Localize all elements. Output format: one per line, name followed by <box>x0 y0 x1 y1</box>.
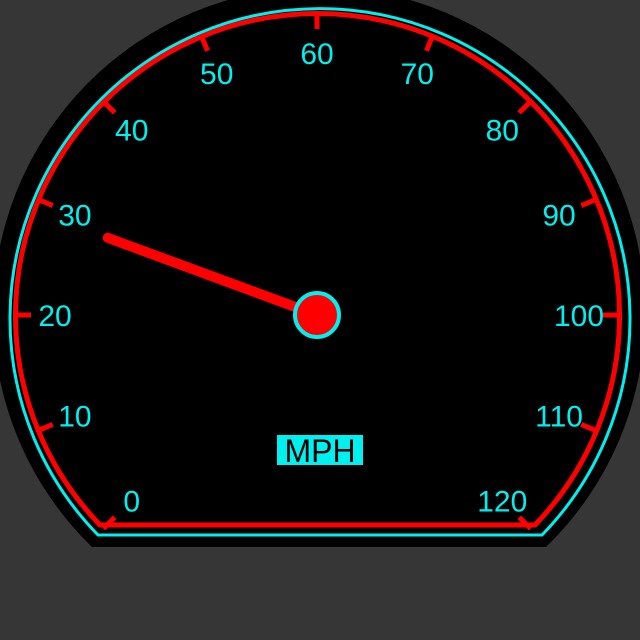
tick-label: 80 <box>486 115 519 148</box>
tick-label: 40 <box>115 115 148 148</box>
tick-label: 70 <box>401 58 434 91</box>
tick-label: 60 <box>300 38 333 71</box>
tick-label: 50 <box>200 58 233 91</box>
unit-label: MPH <box>284 433 355 469</box>
tick-label: 0 <box>123 485 140 518</box>
tick-label: 10 <box>58 400 91 433</box>
tick-label: 90 <box>542 200 575 233</box>
needle-hub <box>293 291 341 339</box>
tick-label: 110 <box>535 400 583 433</box>
tick-label: 30 <box>58 200 91 233</box>
tick-label: 20 <box>38 300 71 333</box>
speedometer: 0 10 20 30 40 50 60 70 80 90 100 110 120 MPH <box>0 0 640 547</box>
tick-label: 120 <box>477 485 527 518</box>
tick-label: 100 <box>554 300 604 333</box>
